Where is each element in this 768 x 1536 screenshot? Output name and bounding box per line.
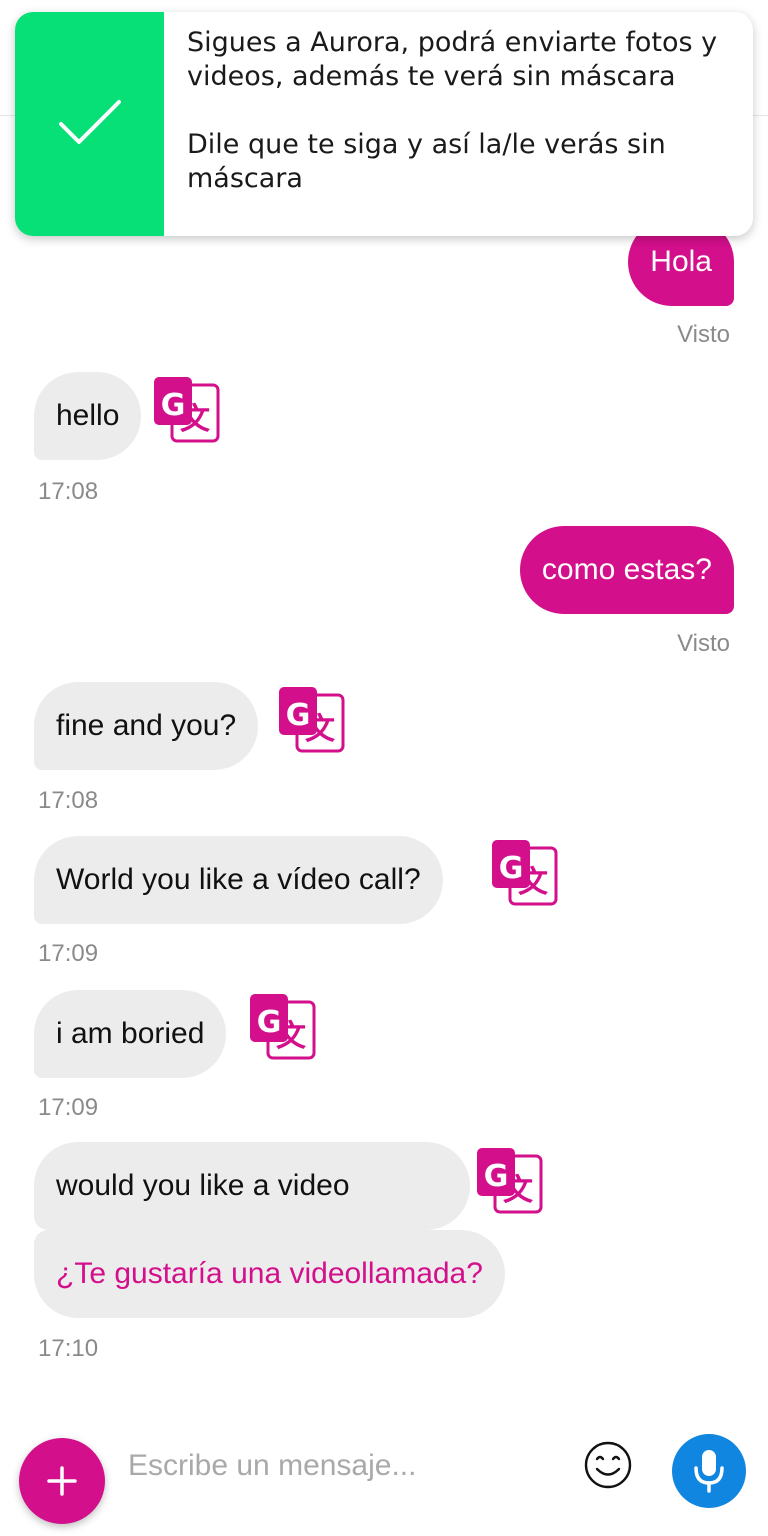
microphone-icon: [694, 1450, 724, 1493]
plus-icon: [47, 1466, 77, 1496]
smiley-icon[interactable]: [583, 1440, 633, 1490]
follow-notification-toast[interactable]: Sigues a Aurora, podrá enviarte fotos y …: [15, 12, 753, 236]
message-seen-status: Visto: [677, 630, 730, 657]
message-seen-status: Visto: [677, 321, 730, 348]
incoming-message-bubble[interactable]: fine and you?: [34, 682, 259, 770]
translate-icon[interactable]: 文 G: [248, 992, 316, 1060]
message-timestamp: 17:08: [38, 478, 99, 505]
toast-check-panel: [15, 12, 164, 236]
message-timestamp: 17:08: [38, 787, 99, 814]
incoming-message-bubble[interactable]: hello: [34, 372, 142, 460]
check-icon: [59, 100, 121, 144]
translate-icon[interactable]: 文 G: [490, 838, 558, 906]
translate-icon[interactable]: 文 G: [152, 375, 220, 443]
svg-text:G: G: [286, 698, 311, 733]
translate-icon[interactable]: 文 G: [277, 685, 345, 753]
svg-text:G: G: [484, 1159, 509, 1194]
toast-message-line1: Sigues a Aurora, podrá enviarte fotos y …: [187, 27, 718, 92]
message-timestamp: 17:09: [38, 1094, 99, 1121]
translate-icon[interactable]: 文 G: [475, 1146, 543, 1214]
chat-screen: Sigues a Aurora, podrá enviarte fotos y …: [0, 0, 768, 1536]
message-timestamp: 17:09: [38, 940, 99, 967]
incoming-message-bubble[interactable]: would you like a video: [34, 1142, 470, 1230]
incoming-message-bubble[interactable]: i am boried: [34, 990, 227, 1078]
translated-message-bubble[interactable]: ¿Te gustaría una videollamada?: [34, 1230, 505, 1318]
incoming-message-bubble[interactable]: World you like a vídeo call?: [34, 836, 443, 924]
outgoing-message-bubble[interactable]: como estas?: [519, 526, 734, 614]
svg-text:G: G: [257, 1005, 282, 1040]
message-input[interactable]: [128, 1436, 558, 1496]
toast-message-line2: Dile que te siga y así la/le verás sin m…: [187, 129, 666, 194]
svg-text:G: G: [499, 851, 524, 886]
toast-text: Sigues a Aurora, podrá enviarte fotos y …: [187, 26, 742, 196]
message-timestamp: 17:10: [38, 1335, 99, 1362]
add-attachment-button[interactable]: [19, 1438, 105, 1524]
voice-message-button[interactable]: [672, 1434, 746, 1508]
svg-text:G: G: [161, 388, 186, 423]
